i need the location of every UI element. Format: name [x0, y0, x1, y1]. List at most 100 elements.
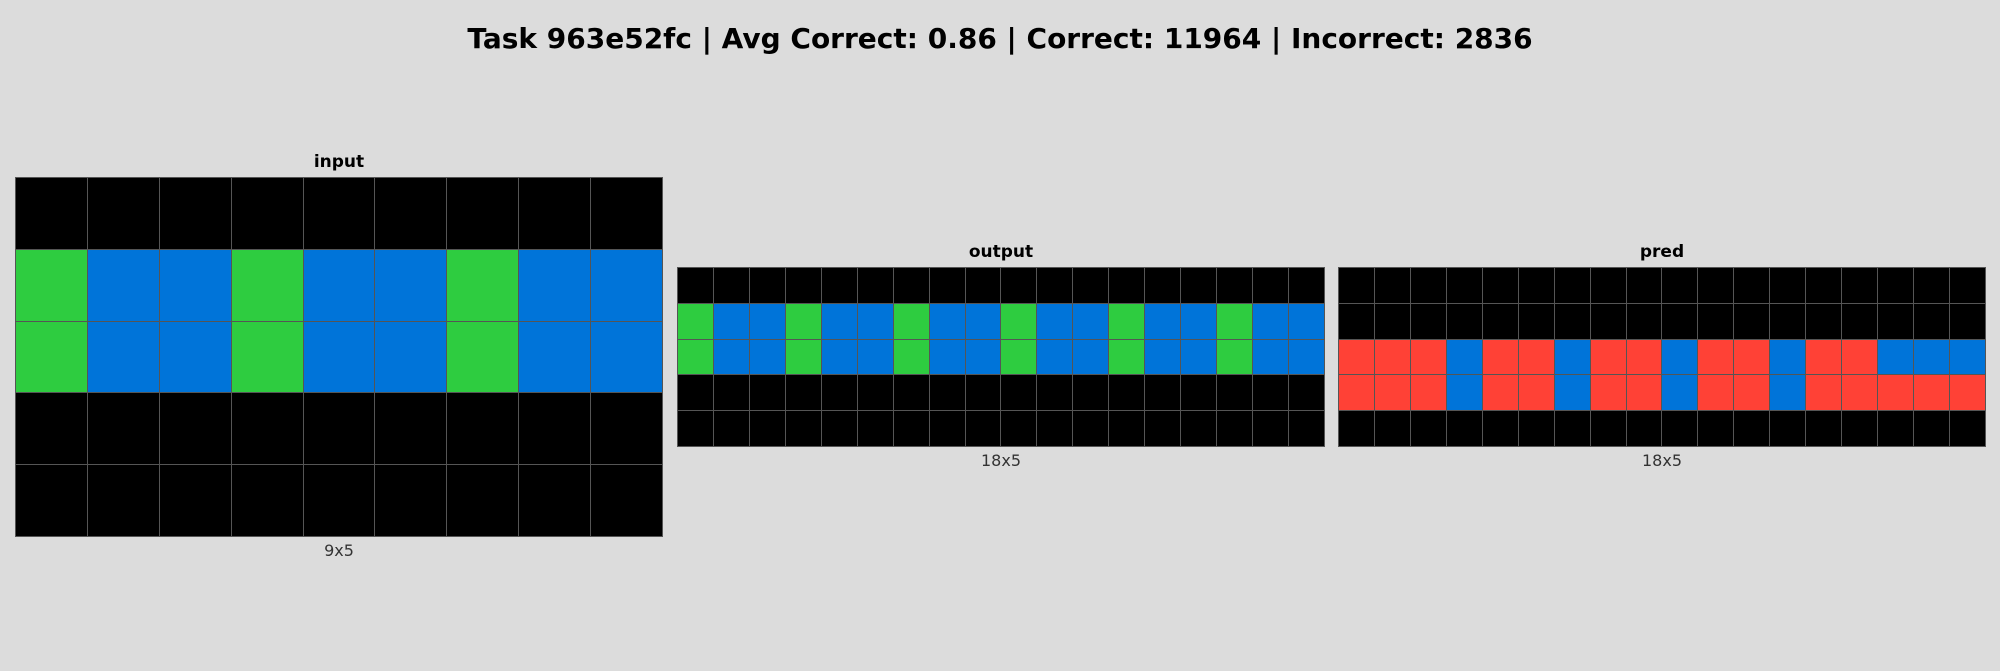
- grid-cell: [16, 393, 87, 465]
- grid-cell: [1590, 375, 1626, 411]
- grid-cell: [1554, 303, 1590, 339]
- grid-cell: [1410, 268, 1446, 303]
- grid-cell: [1950, 303, 1985, 339]
- grid-cell: [1914, 411, 1950, 446]
- grid-cell: [303, 249, 375, 321]
- grid-cell: [1914, 268, 1950, 303]
- grid-cell: [857, 411, 893, 446]
- grid-cell: [1626, 303, 1662, 339]
- grid-cell: [1698, 303, 1734, 339]
- grid-cell: [1446, 375, 1482, 411]
- grid-cell: [519, 178, 591, 249]
- grid-cell: [1590, 411, 1626, 446]
- grid-cell: [1698, 268, 1734, 303]
- grid-cell: [1626, 339, 1662, 375]
- output-panel: output 18x5: [677, 242, 1325, 472]
- grid-cell: [1950, 411, 1985, 446]
- grid-cell: [303, 465, 375, 536]
- grid-cell: [447, 393, 519, 465]
- grid-cell: [749, 339, 785, 375]
- grid-cell: [1446, 411, 1482, 446]
- grid-cell: [591, 321, 662, 393]
- grid-cell: [1950, 339, 1985, 375]
- grid-cell: [375, 465, 447, 536]
- grid-cell: [749, 411, 785, 446]
- grid-cell: [1842, 303, 1878, 339]
- grid-cell: [857, 375, 893, 411]
- grid-cell: [1037, 303, 1073, 339]
- grid-cell: [1374, 339, 1410, 375]
- grid-cell: [1374, 375, 1410, 411]
- grid-cell: [893, 411, 929, 446]
- grid-cell: [1410, 339, 1446, 375]
- grid-cell: [1037, 411, 1073, 446]
- grid-cell: [713, 268, 749, 303]
- grid-cell: [1145, 375, 1181, 411]
- grid-cell: [1001, 375, 1037, 411]
- grid-cell: [1518, 303, 1554, 339]
- grid-cell: [1554, 411, 1590, 446]
- grid-cell: [1734, 375, 1770, 411]
- output-grid: [677, 267, 1325, 447]
- panel-title: pred: [1639, 242, 1685, 262]
- grid-cell: [929, 303, 965, 339]
- grid-cell: [678, 375, 713, 411]
- grid-cell: [87, 178, 159, 249]
- grid-cell: [16, 178, 87, 249]
- grid-cell: [303, 321, 375, 393]
- grid-cell: [1217, 411, 1253, 446]
- grid-cell: [1842, 375, 1878, 411]
- grid-cell: [678, 303, 713, 339]
- grid-cell: [519, 321, 591, 393]
- grid-cell: [1662, 375, 1698, 411]
- grid-cell: [1073, 411, 1109, 446]
- grid-cell: [1037, 339, 1073, 375]
- grid-cell: [893, 339, 929, 375]
- grid-cell: [1217, 339, 1253, 375]
- grid-cell: [749, 303, 785, 339]
- page-title: Task 963e52fc | Avg Correct: 0.86 | Corr…: [467, 22, 1533, 55]
- grid-cell: [1181, 339, 1217, 375]
- grid-cell: [821, 375, 857, 411]
- grid-cell: [1878, 268, 1914, 303]
- grid-cell: [375, 178, 447, 249]
- grid-cell: [1806, 375, 1842, 411]
- input-panel: input 9x5: [15, 152, 663, 562]
- grid-cell: [591, 178, 662, 249]
- grid-cell: [965, 411, 1001, 446]
- grid-cell: [1482, 375, 1518, 411]
- grid-cell: [713, 375, 749, 411]
- grid-cell: [821, 268, 857, 303]
- grid-cell: [821, 303, 857, 339]
- grid-cell: [1842, 268, 1878, 303]
- grid-cell: [1518, 375, 1554, 411]
- grid-cell: [1878, 411, 1914, 446]
- panel-dims: 18x5: [1641, 451, 1682, 470]
- grid-cell: [965, 303, 1001, 339]
- grid-cell: [1001, 339, 1037, 375]
- grid-cell: [159, 393, 231, 465]
- grid-cell: [159, 465, 231, 536]
- grid-cell: [1374, 268, 1410, 303]
- grid-cell: [713, 339, 749, 375]
- grid-cell: [591, 249, 662, 321]
- grid-cell: [1410, 303, 1446, 339]
- grid-cell: [87, 321, 159, 393]
- grid-cell: [375, 249, 447, 321]
- grid-cell: [231, 249, 303, 321]
- grid-cell: [159, 178, 231, 249]
- grid-cell: [375, 393, 447, 465]
- grid-cell: [16, 249, 87, 321]
- grid-cell: [785, 411, 821, 446]
- grid-cell: [893, 375, 929, 411]
- grid-cell: [1806, 303, 1842, 339]
- grid-cell: [1410, 411, 1446, 446]
- grid-cell: [929, 268, 965, 303]
- grid-cell: [1253, 375, 1289, 411]
- grid-cell: [785, 303, 821, 339]
- panel-dims: 18x5: [980, 451, 1021, 470]
- grid-cell: [1842, 339, 1878, 375]
- grid-cell: [1109, 268, 1145, 303]
- grid-cell: [1806, 268, 1842, 303]
- grid-cell: [965, 339, 1001, 375]
